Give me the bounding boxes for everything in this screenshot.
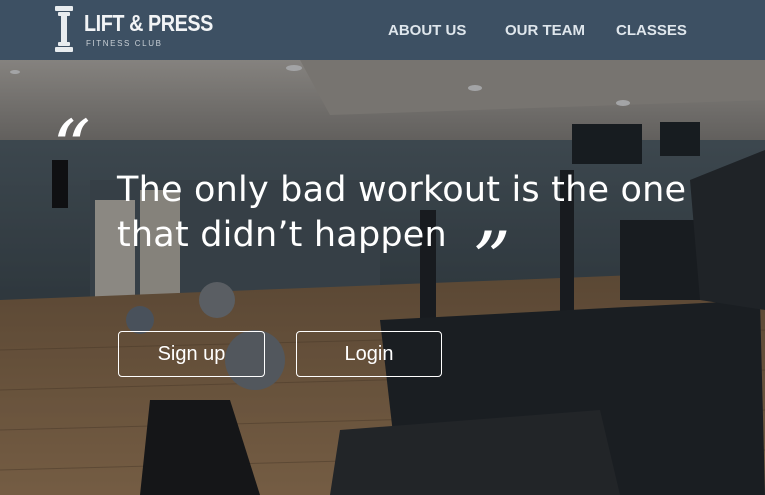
open-quote-mark: “: [52, 103, 91, 192]
nav-link-our-team[interactable]: OUR TEAM: [505, 22, 585, 39]
brand-name: LIFT & PRESS: [84, 10, 213, 36]
sign-up-button[interactable]: Sign up: [118, 331, 265, 377]
hero-quote: The only bad workout is the one that did…: [117, 170, 687, 255]
brand-logo[interactable]: LIFT & PRESS FITNESS CLUB: [52, 6, 213, 52]
brand-tagline: FITNESS CLUB: [86, 39, 163, 48]
top-navbar: LIFT & PRESS FITNESS CLUB ABOUT US OUR T…: [0, 0, 765, 60]
hero-overlay: [0, 60, 765, 495]
hero-section: [0, 60, 765, 495]
dumbbell-icon: [55, 6, 73, 52]
nav-link-classes[interactable]: CLASSES: [616, 22, 687, 39]
close-quote-mark: ”: [472, 215, 511, 304]
login-button[interactable]: Login: [296, 331, 442, 377]
nav-link-about-us[interactable]: ABOUT US: [388, 22, 466, 39]
